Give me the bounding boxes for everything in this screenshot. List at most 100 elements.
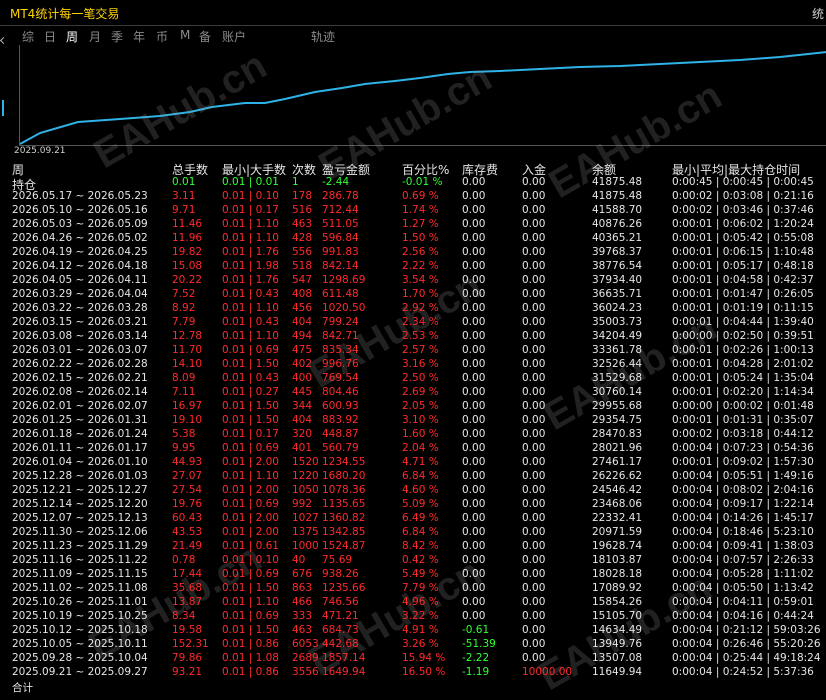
row-deposit: 0.00 <box>522 204 546 216</box>
tab-3[interactable]: 月 <box>89 28 101 45</box>
row-period: 2026.04.19 ~ 2026.04.25 <box>12 246 148 258</box>
row-time: 0:00:01 | 0:06:15 | 1:10:48 <box>672 246 814 258</box>
row-minmax: 0.01 | 0.69 <box>222 344 279 356</box>
chart-start-date: 2025.09.21 <box>14 146 66 156</box>
row-deposit: 0.00 <box>522 386 546 398</box>
row-count: 1027 <box>292 512 319 524</box>
row-pct: 2.53 % <box>402 330 439 342</box>
row-time: 0:00:02 | 0:03:46 | 0:37:46 <box>672 204 814 216</box>
row-pct: 2.50 % <box>402 372 439 384</box>
row-swap: 0.00 <box>462 386 486 398</box>
row-lots: 7.79 <box>172 316 196 328</box>
row-pct: 0.69 % <box>402 190 439 202</box>
row-swap: 0.00 <box>462 218 486 230</box>
tab-10[interactable]: 轨迹 <box>311 28 335 45</box>
holding-count: 1 <box>292 176 299 188</box>
row-count: 516 <box>292 204 313 216</box>
row-pnl: 286.78 <box>322 190 359 202</box>
tab-7[interactable]: M <box>180 28 190 42</box>
row-time: 0:00:01 | 0:04:44 | 1:39:40 <box>672 316 814 328</box>
window-title: MT4统计每一笔交易 <box>10 7 120 21</box>
row-lots: 20.22 <box>172 274 203 286</box>
row-pnl: 712.44 <box>322 204 359 216</box>
row-pnl: 799.24 <box>322 316 359 328</box>
row-period: 2025.10.05 ~ 2025.10.11 <box>12 638 148 650</box>
row-pct: 1.60 % <box>402 428 439 440</box>
row-pct: 2.22 % <box>402 260 439 272</box>
row-lots: 8.09 <box>172 372 196 384</box>
row-balance: 40365.21 <box>592 232 643 244</box>
row-lots: 7.52 <box>172 288 196 300</box>
row-time: 0:00:04 | 0:24:52 | 5:37:36 <box>672 666 814 678</box>
scroll-indicator[interactable] <box>2 100 4 116</box>
row-period: 2025.11.30 ~ 2025.12.06 <box>12 526 148 538</box>
tab-8[interactable]: 备 <box>199 28 211 45</box>
row-swap: 0.00 <box>462 498 486 510</box>
row-minmax: 0.01 | 1.76 <box>222 246 279 258</box>
row-pct: 2.92 % <box>402 302 439 314</box>
tab-2[interactable]: 周 <box>66 28 78 45</box>
row-lots: 60.43 <box>172 512 203 524</box>
tab-5[interactable]: 年 <box>133 28 145 45</box>
row-deposit: 0.00 <box>522 470 546 482</box>
row-count: 466 <box>292 596 313 608</box>
row-pct: 2.05 % <box>402 400 439 412</box>
row-swap: -51.39 <box>462 638 496 650</box>
row-minmax: 0.01 | 1.50 <box>222 582 279 594</box>
row-deposit: 0.00 <box>522 596 546 608</box>
row-minmax: 0.01 | 1.50 <box>222 358 279 370</box>
total-label: 合计 <box>12 682 33 694</box>
row-count: 463 <box>292 218 313 230</box>
row-minmax: 0.01 | 1.98 <box>222 260 279 272</box>
tab-1[interactable]: 日 <box>44 28 56 45</box>
row-balance: 34204.49 <box>592 330 643 342</box>
row-balance: 13507.08 <box>592 652 643 664</box>
row-pct: 4.96 % <box>402 596 439 608</box>
row-pnl: 1020.50 <box>322 302 366 314</box>
row-time: 0:00:01 | 0:02:20 | 1:14:34 <box>672 386 814 398</box>
row-count: 404 <box>292 316 313 328</box>
row-period: 2025.12.07 ~ 2025.12.13 <box>12 512 148 524</box>
row-pct: 5.49 % <box>402 568 439 580</box>
row-time: 0:00:04 | 0:26:46 | 55:20:26 <box>672 638 821 650</box>
tab-9[interactable]: 账户 <box>222 28 246 45</box>
row-count: 863 <box>292 582 313 594</box>
row-deposit: 0.00 <box>522 218 546 230</box>
tab-4[interactable]: 季 <box>111 28 123 45</box>
row-swap: 0.00 <box>462 246 486 258</box>
row-swap: 0.00 <box>462 442 486 454</box>
row-minmax: 0.01 | 1.10 <box>222 330 279 342</box>
row-time: 0:00:00 | 0:00:02 | 0:01:48 <box>672 400 814 412</box>
tab-0[interactable]: 综 <box>22 28 34 45</box>
row-balance: 22332.41 <box>592 512 643 524</box>
row-swap: 0.00 <box>462 610 486 622</box>
row-time: 0:00:04 | 0:09:17 | 1:22:14 <box>672 498 814 510</box>
row-time: 0:00:04 | 0:07:57 | 2:26:33 <box>672 554 814 566</box>
row-deposit: 0.00 <box>522 302 546 314</box>
row-lots: 43.53 <box>172 526 203 538</box>
row-period: 2025.12.21 ~ 2025.12.27 <box>12 484 148 496</box>
row-balance: 31529.68 <box>592 372 643 384</box>
holding-lots: 0.01 <box>172 176 196 188</box>
equity-curve-line <box>20 51 826 145</box>
chevron-left-icon[interactable] <box>0 36 8 45</box>
row-deposit: 0.00 <box>522 498 546 510</box>
row-deposit: 0.00 <box>522 484 546 496</box>
row-period: 2026.05.17 ~ 2026.05.23 <box>12 190 148 202</box>
row-count: 400 <box>292 372 313 384</box>
row-period: 2025.10.26 ~ 2025.11.01 <box>12 596 148 608</box>
row-minmax: 0.01 | 0.61 <box>222 540 279 552</box>
holding-pnl: -2.44 <box>322 176 350 188</box>
row-minmax: 0.01 | 1.10 <box>222 218 279 230</box>
row-period: 2025.10.19 ~ 2025.10.25 <box>12 610 148 622</box>
row-pct: 0.42 % <box>402 554 439 566</box>
row-minmax: 0.01 | 1.76 <box>222 274 279 286</box>
row-pnl: 835.34 <box>322 344 359 356</box>
row-pnl: 1234.55 <box>322 456 366 468</box>
row-period: 2026.01.25 ~ 2026.01.31 <box>12 414 148 426</box>
row-lots: 11.70 <box>172 344 203 356</box>
row-lots: 11.46 <box>172 218 203 230</box>
row-count: 456 <box>292 302 313 314</box>
tab-6[interactable]: 币 <box>156 28 168 45</box>
row-minmax: 0.01 | 0.69 <box>222 568 279 580</box>
